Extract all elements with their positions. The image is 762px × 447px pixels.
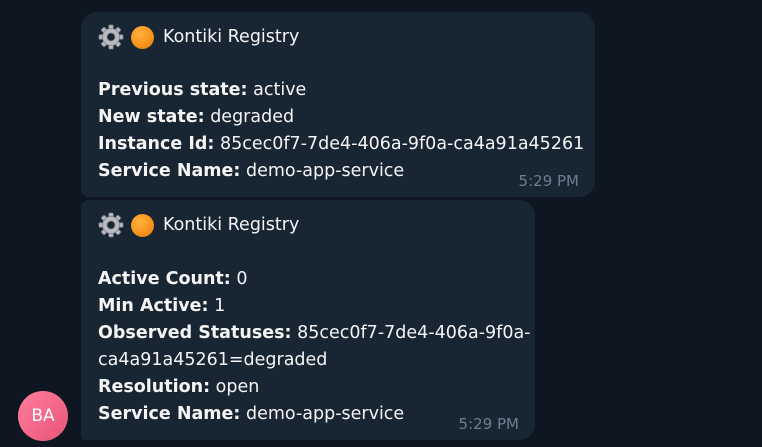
field-line: Active Count: 0	[98, 266, 531, 293]
message-timestamp: 5:29 PM	[518, 172, 579, 190]
avatar[interactable]: BA	[18, 391, 68, 441]
field-value: active	[253, 80, 307, 100]
field-value: 1	[214, 296, 226, 316]
message-title: Kontiki Registry	[163, 215, 300, 235]
avatar-initials: BA	[31, 406, 55, 426]
message-bubble[interactable]: Kontiki Registry Previous state: active …	[81, 12, 595, 197]
field-line: Previous state: active	[98, 77, 584, 104]
orange-circle-icon	[131, 25, 154, 49]
field-label: Service Name:	[98, 404, 241, 424]
field-value: 0	[236, 269, 248, 289]
field-label: Observed Statuses:	[98, 323, 292, 343]
field-label: Instance Id:	[98, 134, 215, 154]
field-line: ca4a91a45261=degraded	[98, 347, 531, 374]
field-value: degraded	[210, 107, 295, 127]
message-header: Kontiki Registry	[98, 212, 299, 238]
field-value: demo-app-service	[245, 161, 405, 181]
message-timestamp: 5:29 PM	[458, 415, 519, 433]
field-value: 85cec0f7-7de4-406a-9f0a-	[297, 323, 531, 343]
message-body: Active Count: 0 Min Active: 1 Observed S…	[98, 266, 531, 428]
message-header: Kontiki Registry	[98, 24, 299, 50]
field-value: demo-app-service	[245, 404, 405, 424]
field-line: Min Active: 1	[98, 293, 531, 320]
field-line: New state: degraded	[98, 104, 584, 131]
orange-circle-icon	[131, 213, 154, 237]
gear-icon	[98, 212, 124, 238]
field-line: Observed Statuses: 85cec0f7-7de4-406a-9f…	[98, 320, 531, 347]
field-line: Resolution: open	[98, 374, 531, 401]
field-value: open	[215, 377, 260, 397]
field-value: 85cec0f7-7de4-406a-9f0a-ca4a91a45261	[219, 134, 585, 154]
chat-view: Kontiki Registry Previous state: active …	[0, 0, 762, 447]
field-label: Previous state:	[98, 80, 248, 100]
field-label: Min Active:	[98, 296, 209, 316]
field-value: ca4a91a45261=degraded	[98, 350, 328, 370]
message-bubble[interactable]: Kontiki Registry Active Count: 0 Min Act…	[81, 200, 535, 440]
gear-icon	[98, 24, 124, 50]
field-label: Active Count:	[98, 269, 231, 289]
field-line: Instance Id: 85cec0f7-7de4-406a-9f0a-ca4…	[98, 131, 584, 158]
field-label: New state:	[98, 107, 205, 127]
message-body: Previous state: active New state: degrad…	[98, 77, 584, 185]
field-line: Service Name: demo-app-service	[98, 158, 584, 185]
field-label: Service Name:	[98, 161, 241, 181]
message-title: Kontiki Registry	[163, 27, 300, 47]
field-label: Resolution:	[98, 377, 211, 397]
